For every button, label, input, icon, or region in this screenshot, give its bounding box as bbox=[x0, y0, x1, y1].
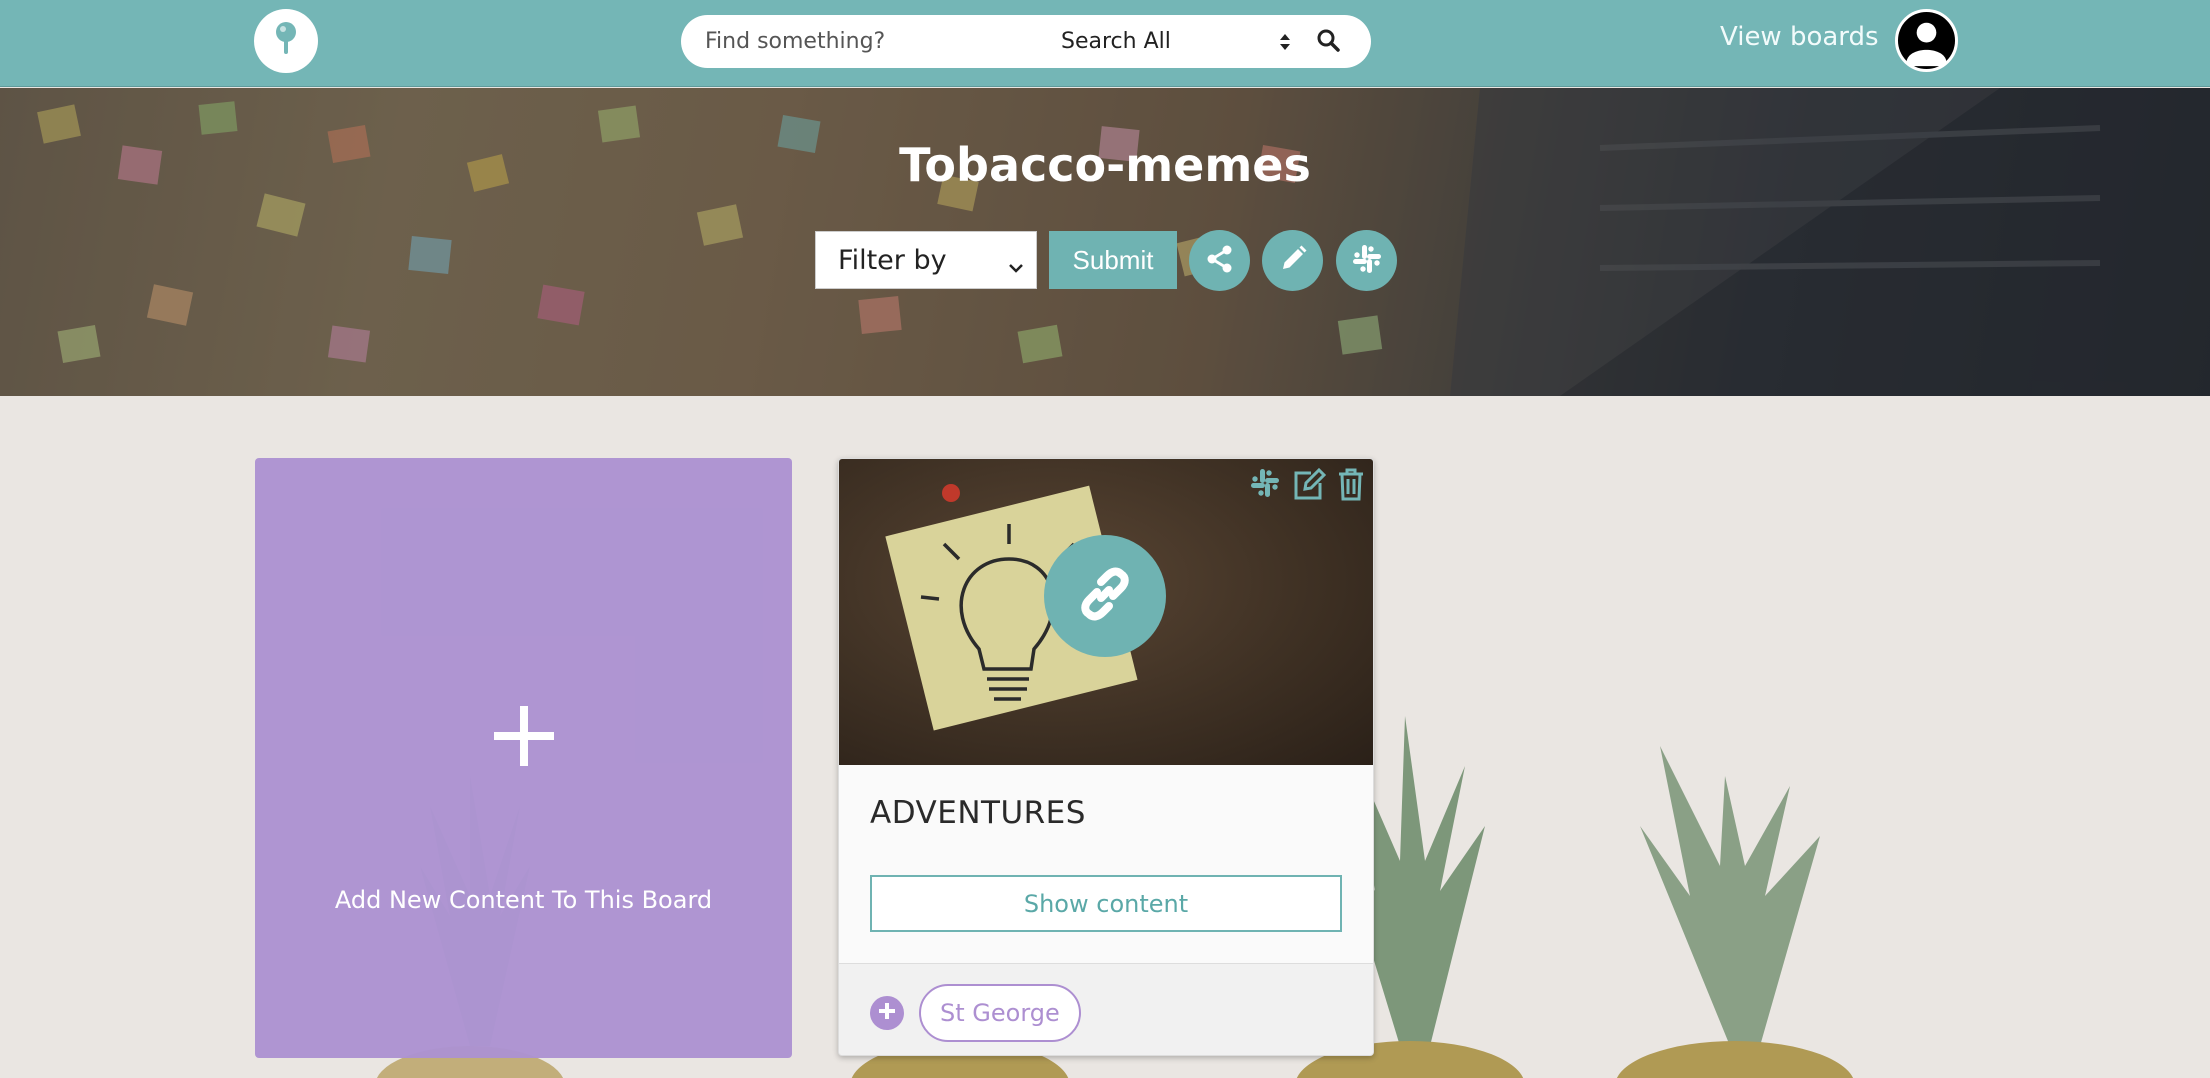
content-card: ADVENTURES Show content St George bbox=[838, 458, 1374, 1056]
tag-chip[interactable]: St George bbox=[919, 984, 1081, 1042]
board-content-area: Add New Content To This Board ADVENTURES… bbox=[0, 396, 2210, 1078]
slack-icon bbox=[1249, 467, 1281, 501]
select-arrows-icon bbox=[1279, 32, 1291, 56]
add-content-label: Add New Content To This Board bbox=[334, 886, 713, 914]
search-bar: Search All bbox=[681, 15, 1371, 68]
pencil-icon bbox=[1278, 244, 1308, 278]
filter-select-value: Filter by bbox=[838, 244, 947, 276]
card-tags-footer: St George bbox=[839, 963, 1373, 1055]
delete-card-button[interactable] bbox=[1337, 467, 1365, 501]
slack-card-button[interactable] bbox=[1249, 467, 1281, 501]
search-scope-value: Search All bbox=[1061, 29, 1171, 54]
share-board-button[interactable] bbox=[1189, 230, 1250, 291]
edit-square-icon bbox=[1291, 467, 1327, 501]
board-title: Tobacco-memes bbox=[899, 138, 1311, 192]
plus-icon bbox=[878, 1002, 896, 1024]
board-hero: Tobacco-memes Filter by Submit bbox=[0, 88, 2210, 396]
card-title: ADVENTURES bbox=[870, 795, 1086, 831]
trash-icon bbox=[1337, 467, 1365, 501]
link-icon bbox=[1073, 562, 1137, 630]
navbar: Search All View boards bbox=[0, 0, 2210, 87]
card-tools bbox=[1249, 467, 1365, 501]
slack-share-button[interactable] bbox=[1336, 230, 1397, 291]
slack-icon bbox=[1351, 243, 1383, 279]
add-tag-button[interactable] bbox=[870, 996, 904, 1030]
view-boards-link[interactable]: View boards bbox=[1720, 22, 1879, 52]
add-content-card[interactable]: Add New Content To This Board bbox=[255, 458, 792, 1058]
filter-select[interactable]: Filter by bbox=[815, 231, 1037, 289]
edit-card-button[interactable] bbox=[1291, 467, 1327, 501]
link-type-badge bbox=[1044, 535, 1166, 657]
user-avatar[interactable] bbox=[1895, 9, 1958, 72]
submit-button[interactable]: Submit bbox=[1049, 231, 1177, 289]
show-content-button[interactable]: Show content bbox=[870, 875, 1342, 932]
chevron-down-icon bbox=[1008, 252, 1024, 283]
user-avatar-icon bbox=[1897, 11, 1956, 70]
plus-icon bbox=[255, 706, 792, 766]
search-input[interactable] bbox=[705, 15, 1035, 68]
card-thumbnail-image bbox=[839, 459, 1373, 765]
search-icon bbox=[1316, 28, 1340, 56]
share-icon bbox=[1205, 244, 1235, 278]
search-scope-select[interactable]: Search All bbox=[1061, 15, 1291, 68]
search-button[interactable] bbox=[1311, 25, 1345, 59]
pin-icon bbox=[271, 20, 301, 62]
home-logo[interactable] bbox=[254, 9, 318, 73]
edit-board-button[interactable] bbox=[1262, 230, 1323, 291]
